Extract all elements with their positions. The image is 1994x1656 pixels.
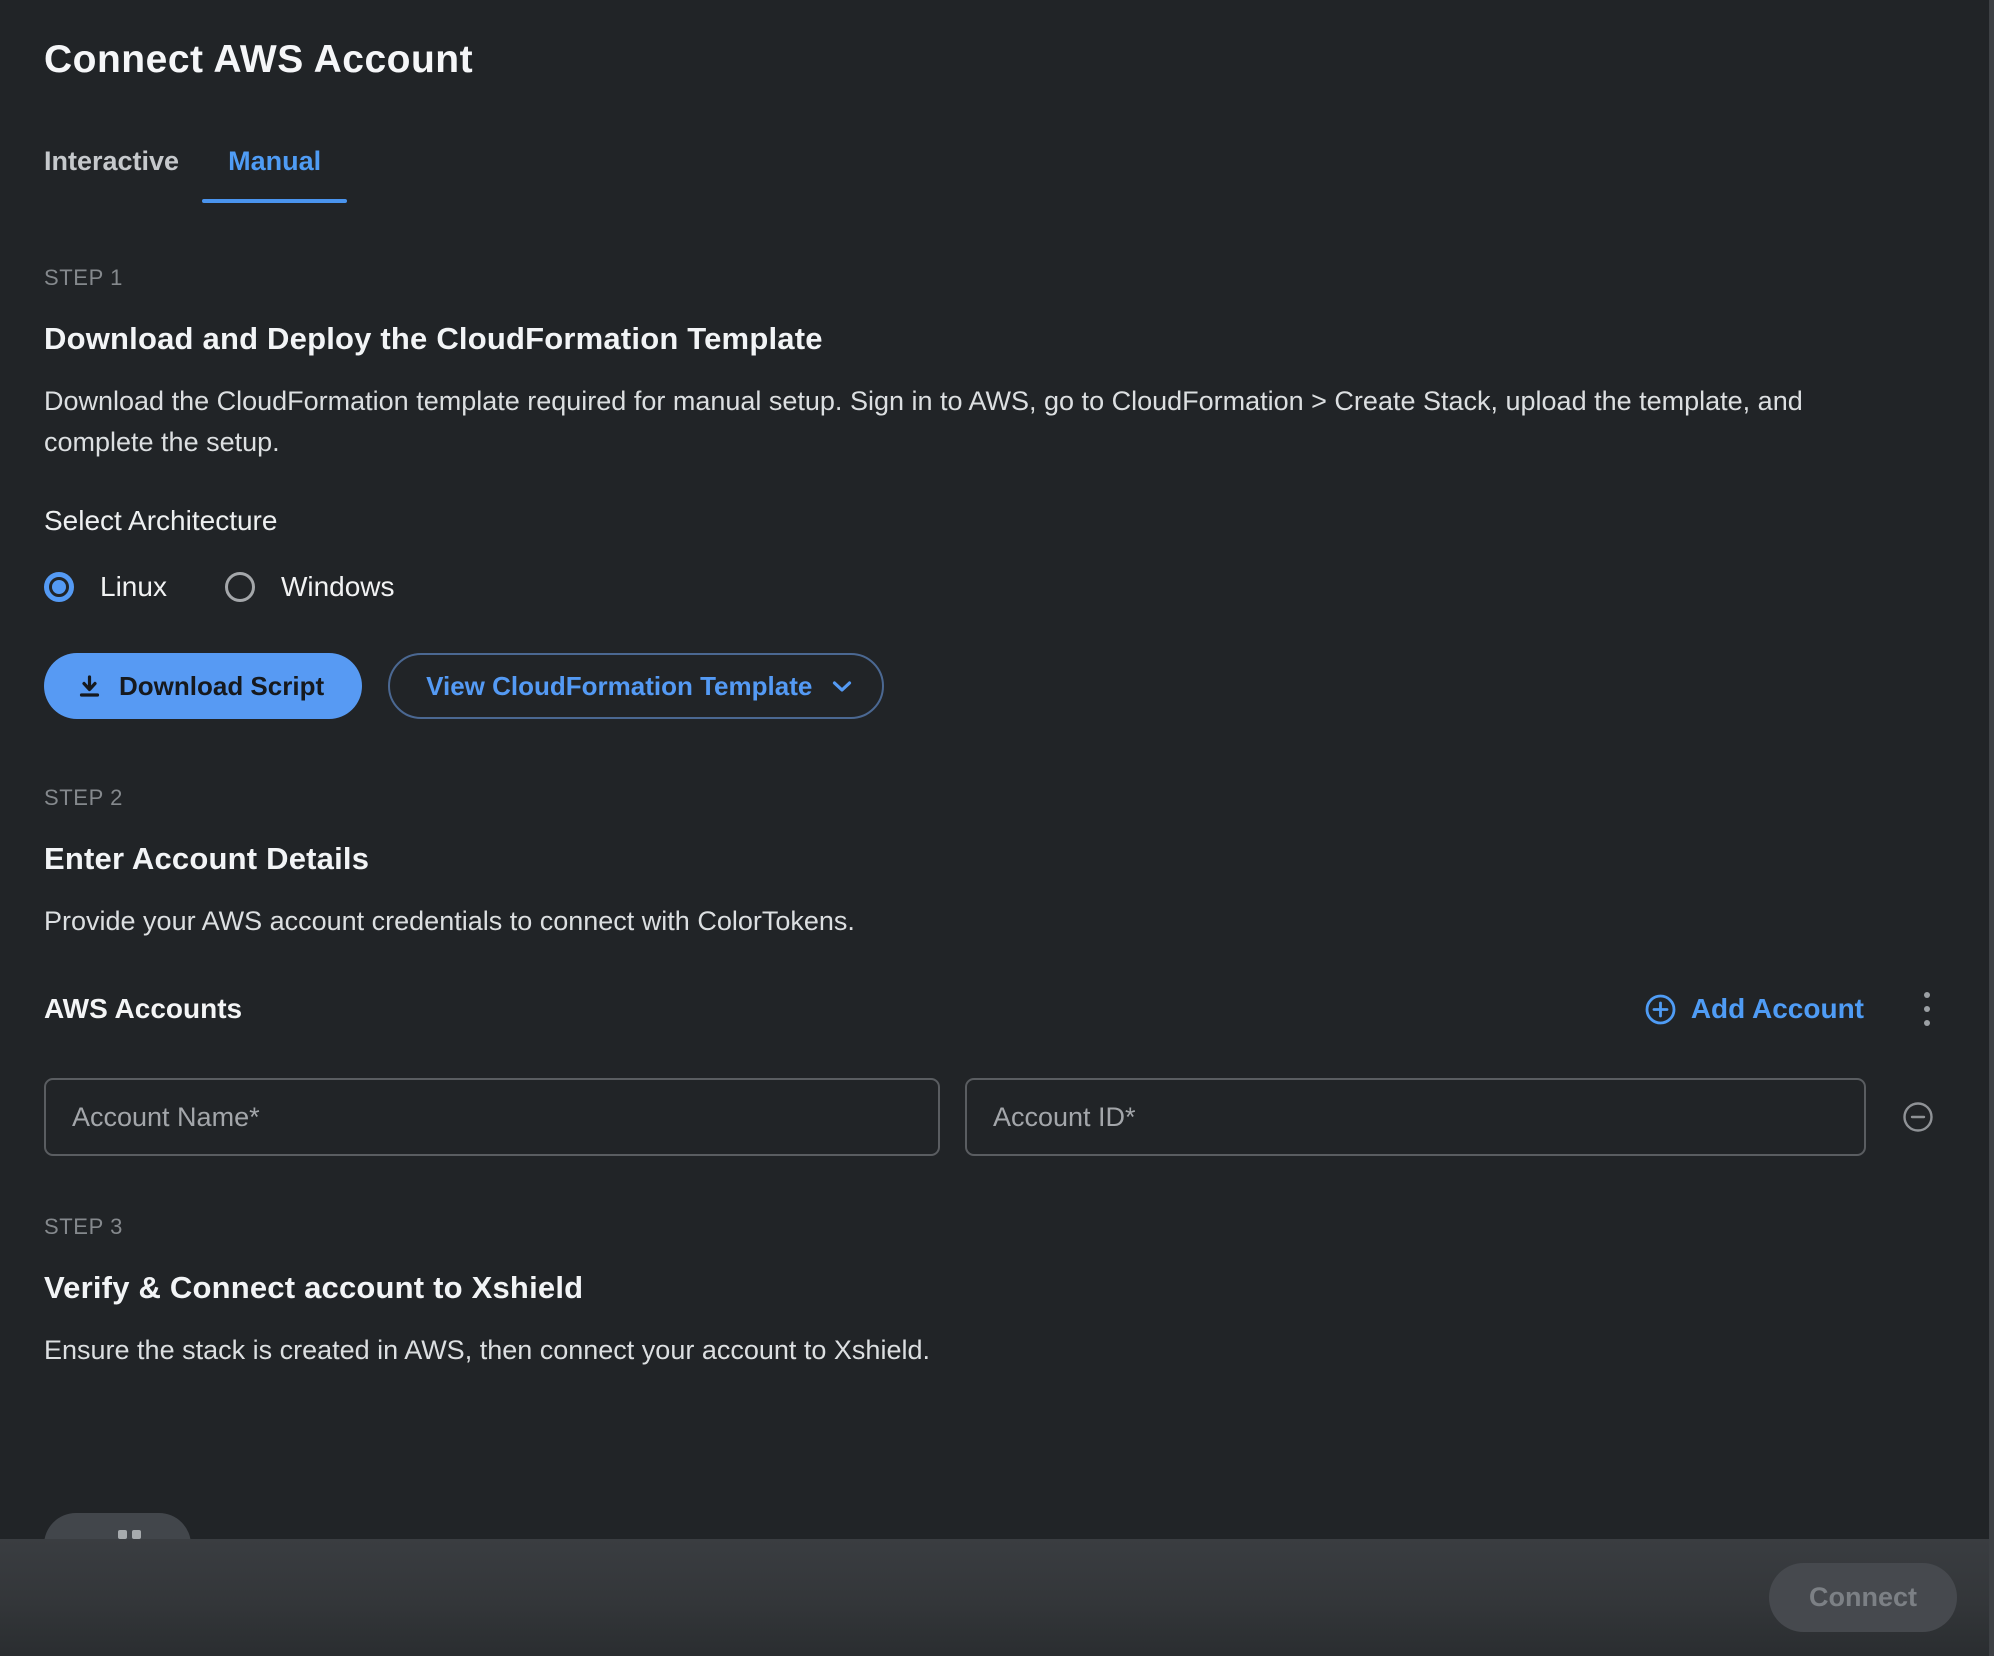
add-account-label: Add Account — [1691, 993, 1864, 1025]
verify-button-icon — [118, 1530, 141, 1539]
connect-button[interactable]: Connect — [1769, 1563, 1957, 1632]
radio-linux-label: Linux — [100, 571, 167, 603]
aws-accounts-heading: AWS Accounts — [44, 993, 242, 1025]
chevron-down-icon — [832, 680, 852, 693]
view-cloudformation-template-button[interactable]: View CloudFormation Template — [388, 653, 884, 719]
step1-actions: Download Script View CloudFormation Temp… — [44, 653, 1950, 719]
download-script-button[interactable]: Download Script — [44, 653, 362, 719]
active-tab-underline — [202, 199, 347, 203]
step2-label: STEP 2 — [44, 785, 1950, 811]
account-name-input[interactable] — [44, 1078, 940, 1156]
view-template-label: View CloudFormation Template — [426, 671, 812, 702]
radio-unselected-icon[interactable] — [225, 572, 255, 602]
tab-interactive[interactable]: Interactive — [44, 146, 179, 203]
tab-interactive-label: Interactive — [44, 146, 179, 176]
tab-bar: Interactive Manual — [44, 146, 1950, 203]
account-id-input[interactable] — [965, 1078, 1866, 1156]
page-title: Connect AWS Account — [44, 38, 1950, 82]
remove-account-button[interactable] — [1902, 1101, 1934, 1133]
aws-accounts-actions: Add Account — [1644, 986, 1936, 1032]
step3-label: STEP 3 — [44, 1214, 1950, 1240]
radio-option-windows[interactable]: Windows — [225, 571, 395, 603]
select-architecture-label: Select Architecture — [44, 505, 1950, 537]
radio-option-linux[interactable]: Linux — [44, 571, 167, 603]
download-icon — [76, 673, 103, 700]
radio-selected-icon[interactable] — [44, 572, 74, 602]
download-script-label: Download Script — [119, 671, 324, 702]
add-circle-icon — [1644, 993, 1677, 1026]
step2-heading: Enter Account Details — [44, 841, 1950, 877]
scrollbar-track[interactable] — [1989, 0, 1994, 1656]
aws-accounts-header-row: AWS Accounts Add Account — [44, 986, 1950, 1032]
add-account-button[interactable]: Add Account — [1644, 993, 1864, 1026]
step2-description: Provide your AWS account credentials to … — [44, 901, 1834, 942]
step1-description: Download the CloudFormation template req… — [44, 381, 1834, 463]
step3-description: Ensure the stack is created in AWS, then… — [44, 1330, 1834, 1371]
tab-manual[interactable]: Manual — [228, 146, 321, 203]
step1-label: STEP 1 — [44, 265, 1950, 291]
radio-windows-label: Windows — [281, 571, 395, 603]
architecture-radio-group: Linux Windows — [44, 571, 1950, 603]
connect-aws-account-dialog: Connect AWS Account Interactive Manual S… — [0, 0, 1994, 1656]
kebab-menu-icon[interactable] — [1918, 986, 1936, 1032]
account-fields-row — [44, 1078, 1950, 1156]
step1-heading: Download and Deploy the CloudFormation T… — [44, 321, 1950, 357]
tab-manual-label: Manual — [228, 146, 321, 176]
step3-heading: Verify & Connect account to Xshield — [44, 1270, 1950, 1306]
dialog-footer: Connect — [0, 1539, 1994, 1656]
remove-circle-icon — [1902, 1101, 1934, 1133]
